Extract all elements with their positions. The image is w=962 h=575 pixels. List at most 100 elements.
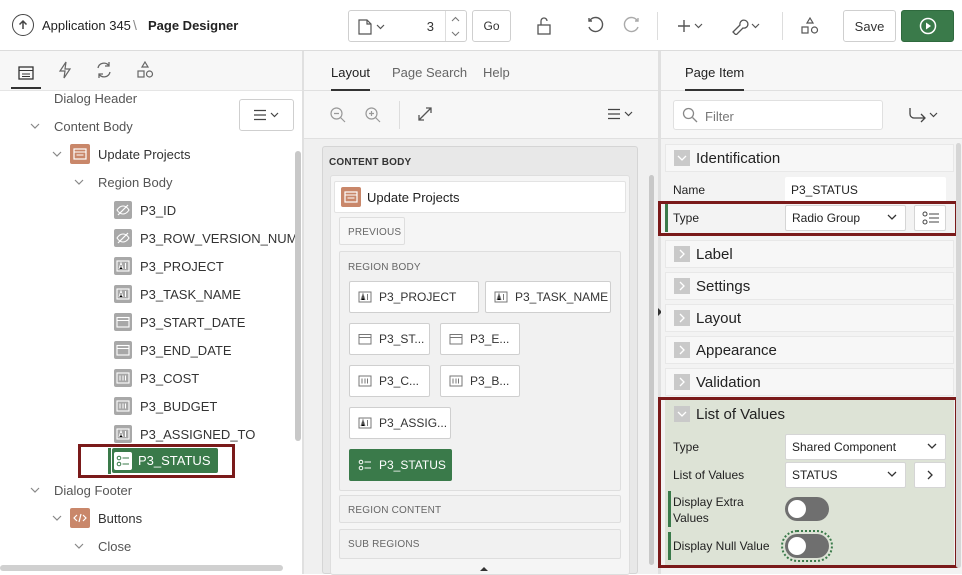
lov-select[interactable]: STATUS — [785, 462, 906, 488]
app-up-arrow-icon[interactable] — [12, 14, 34, 36]
type-select[interactable]: Radio Group — [785, 205, 906, 231]
dynamic-actions-tab-icon[interactable] — [57, 61, 77, 81]
go-button[interactable]: Go — [472, 10, 511, 42]
layout-item-p3-task-name[interactable]: P3_TASK_NAME — [485, 281, 611, 313]
tree-node-p3-project[interactable]: P3_PROJECT — [114, 252, 224, 280]
tree-node-dialog-header[interactable]: Dialog Header — [54, 84, 137, 112]
prop-display-extra-row: Display Extra Values — [665, 491, 954, 527]
processing-tab-icon[interactable] — [95, 61, 115, 81]
chevron-up-icon[interactable] — [451, 16, 460, 22]
section-layout[interactable]: Layout — [665, 304, 954, 332]
property-vertical-scrollbar[interactable] — [956, 143, 961, 568]
create-menu-icon[interactable] — [676, 14, 706, 38]
section-title: Settings — [696, 277, 751, 295]
expand-icon[interactable] — [417, 106, 433, 122]
utilities-wrench-icon[interactable] — [730, 14, 762, 38]
tree-label: P3_ROW_VERSION_NUMBER — [140, 230, 296, 246]
shared-components-icon[interactable] — [798, 14, 822, 38]
section-identification[interactable]: Identification — [665, 144, 954, 172]
prop-label: Display Extra Values — [673, 495, 744, 525]
zoom-out-icon[interactable] — [329, 106, 347, 124]
top-toolbar: Application 345 \ Page Designer 3 Go Sav… — [0, 0, 962, 51]
go-to-group-icon[interactable] — [908, 107, 940, 123]
tree-node-p3-cost[interactable]: P3_COST — [114, 364, 199, 392]
section-list-of-values[interactable]: List of Values — [665, 400, 954, 428]
redo-icon[interactable] — [619, 14, 643, 38]
region-content-position[interactable]: REGION CONTENT — [339, 495, 621, 523]
chevron-down-icon[interactable] — [30, 485, 40, 495]
tree-node-p3-budget[interactable]: P3_BUDGET — [114, 392, 217, 420]
rendering-tab-icon[interactable] — [11, 59, 41, 89]
tree-menu-button[interactable] — [239, 99, 294, 131]
page-number-selector[interactable]: 3 — [348, 10, 467, 42]
collapse-bottom-arrow-icon[interactable] — [479, 566, 489, 572]
sub-regions-position[interactable]: SUB REGIONS — [339, 529, 621, 559]
chevron-down-icon[interactable] — [30, 121, 40, 131]
tree-node-buttons[interactable]: Buttons — [70, 504, 142, 532]
layout-item-p3-status[interactable]: P3_STATUS — [349, 449, 452, 481]
tab-help[interactable]: Help — [483, 65, 510, 80]
filter-input[interactable]: Filter — [673, 100, 883, 130]
section-appearance[interactable]: Appearance — [665, 336, 954, 364]
calendar-icon — [114, 313, 132, 331]
undo-icon[interactable] — [584, 14, 608, 38]
text-field-icon — [358, 291, 372, 303]
tree-node-p3-task-name[interactable]: P3_TASK_NAME — [114, 280, 241, 308]
type-list-button[interactable] — [914, 205, 946, 231]
app-name-link[interactable]: Application 345 — [42, 18, 131, 33]
page-number-input[interactable]: 3 — [427, 19, 434, 34]
display-null-value-toggle[interactable] — [781, 530, 833, 562]
page-shared-components-tab-icon[interactable] — [136, 61, 156, 81]
tree-node-close[interactable]: Close — [98, 532, 131, 560]
sub-regions-label: SUB REGIONS — [348, 539, 420, 550]
run-page-button[interactable] — [901, 10, 954, 42]
page-title: Page Designer — [148, 18, 239, 33]
zoom-in-icon[interactable] — [364, 106, 382, 124]
chevron-down-icon[interactable] — [52, 513, 62, 523]
lov-type-value: Shared Component — [792, 440, 897, 454]
layout-vertical-scrollbar[interactable] — [649, 175, 654, 565]
tree-node-region-body[interactable]: Region Body — [98, 168, 172, 196]
item-label: P3_C... — [379, 374, 420, 388]
lov-type-select[interactable]: Shared Component — [785, 434, 946, 460]
layout-item-p3-budget[interactable]: P3_B... — [440, 365, 520, 397]
tab-layout[interactable]: Layout — [331, 65, 371, 91]
chevron-down-icon[interactable] — [52, 149, 62, 159]
tree-node-content-body[interactable]: Content Body — [54, 112, 133, 140]
section-validation[interactable]: Validation — [665, 368, 954, 396]
section-label[interactable]: Label — [665, 240, 954, 268]
tree-vertical-scrollbar[interactable] — [295, 151, 301, 441]
tree-node-update-projects[interactable]: Update Projects — [70, 140, 191, 168]
section-title: Identification — [696, 149, 781, 167]
layout-menu-icon[interactable] — [606, 108, 636, 120]
lov-goto-button[interactable] — [914, 462, 946, 488]
section-settings[interactable]: Settings — [665, 272, 954, 300]
item-label: P3_B... — [470, 374, 510, 388]
tree-node-p3-start-date[interactable]: P3_START_DATE — [114, 308, 245, 336]
tree-horizontal-scrollbar[interactable] — [0, 565, 283, 571]
tree-node-p3-id[interactable]: P3_ID — [114, 196, 176, 224]
tab-page-search[interactable]: Page Search — [392, 65, 467, 80]
region-header[interactable]: Update Projects — [334, 181, 626, 213]
tree-label: Dialog Header — [54, 90, 138, 106]
tree-node-dialog-footer[interactable]: Dialog Footer — [54, 476, 132, 504]
layout-item-p3-cost[interactable]: P3_C... — [349, 365, 430, 397]
tree-node-p3-assigned-to[interactable]: P3_ASSIGNED_TO — [114, 420, 255, 448]
layout-item-p3-project[interactable]: P3_PROJECT — [349, 281, 479, 313]
chevron-down-icon[interactable] — [451, 31, 460, 37]
search-icon — [682, 107, 698, 123]
layout-item-p3-assigned-to[interactable]: P3_ASSIG... — [349, 407, 451, 439]
save-button[interactable]: Save — [843, 10, 896, 42]
tree-node-p3-status[interactable]: P3_STATUS — [112, 448, 219, 473]
name-input[interactable]: P3_STATUS — [785, 177, 946, 203]
layout-item-p3-end-date[interactable]: P3_E... — [440, 323, 520, 355]
prop-lov-row: List of Values STATUS — [665, 461, 954, 489]
display-extra-values-toggle[interactable] — [785, 497, 829, 521]
chevron-down-icon[interactable] — [74, 541, 84, 551]
previous-position[interactable]: PREVIOUS — [339, 217, 405, 245]
chevron-down-icon[interactable] — [74, 177, 84, 187]
tree-node-p3-end-date[interactable]: P3_END_DATE — [114, 336, 232, 364]
lock-page-icon[interactable] — [532, 14, 556, 38]
layout-item-p3-start-date[interactable]: P3_ST... — [349, 323, 430, 355]
tree-node-p3-row-version-number[interactable]: P3_ROW_VERSION_NUMBER — [114, 224, 296, 252]
